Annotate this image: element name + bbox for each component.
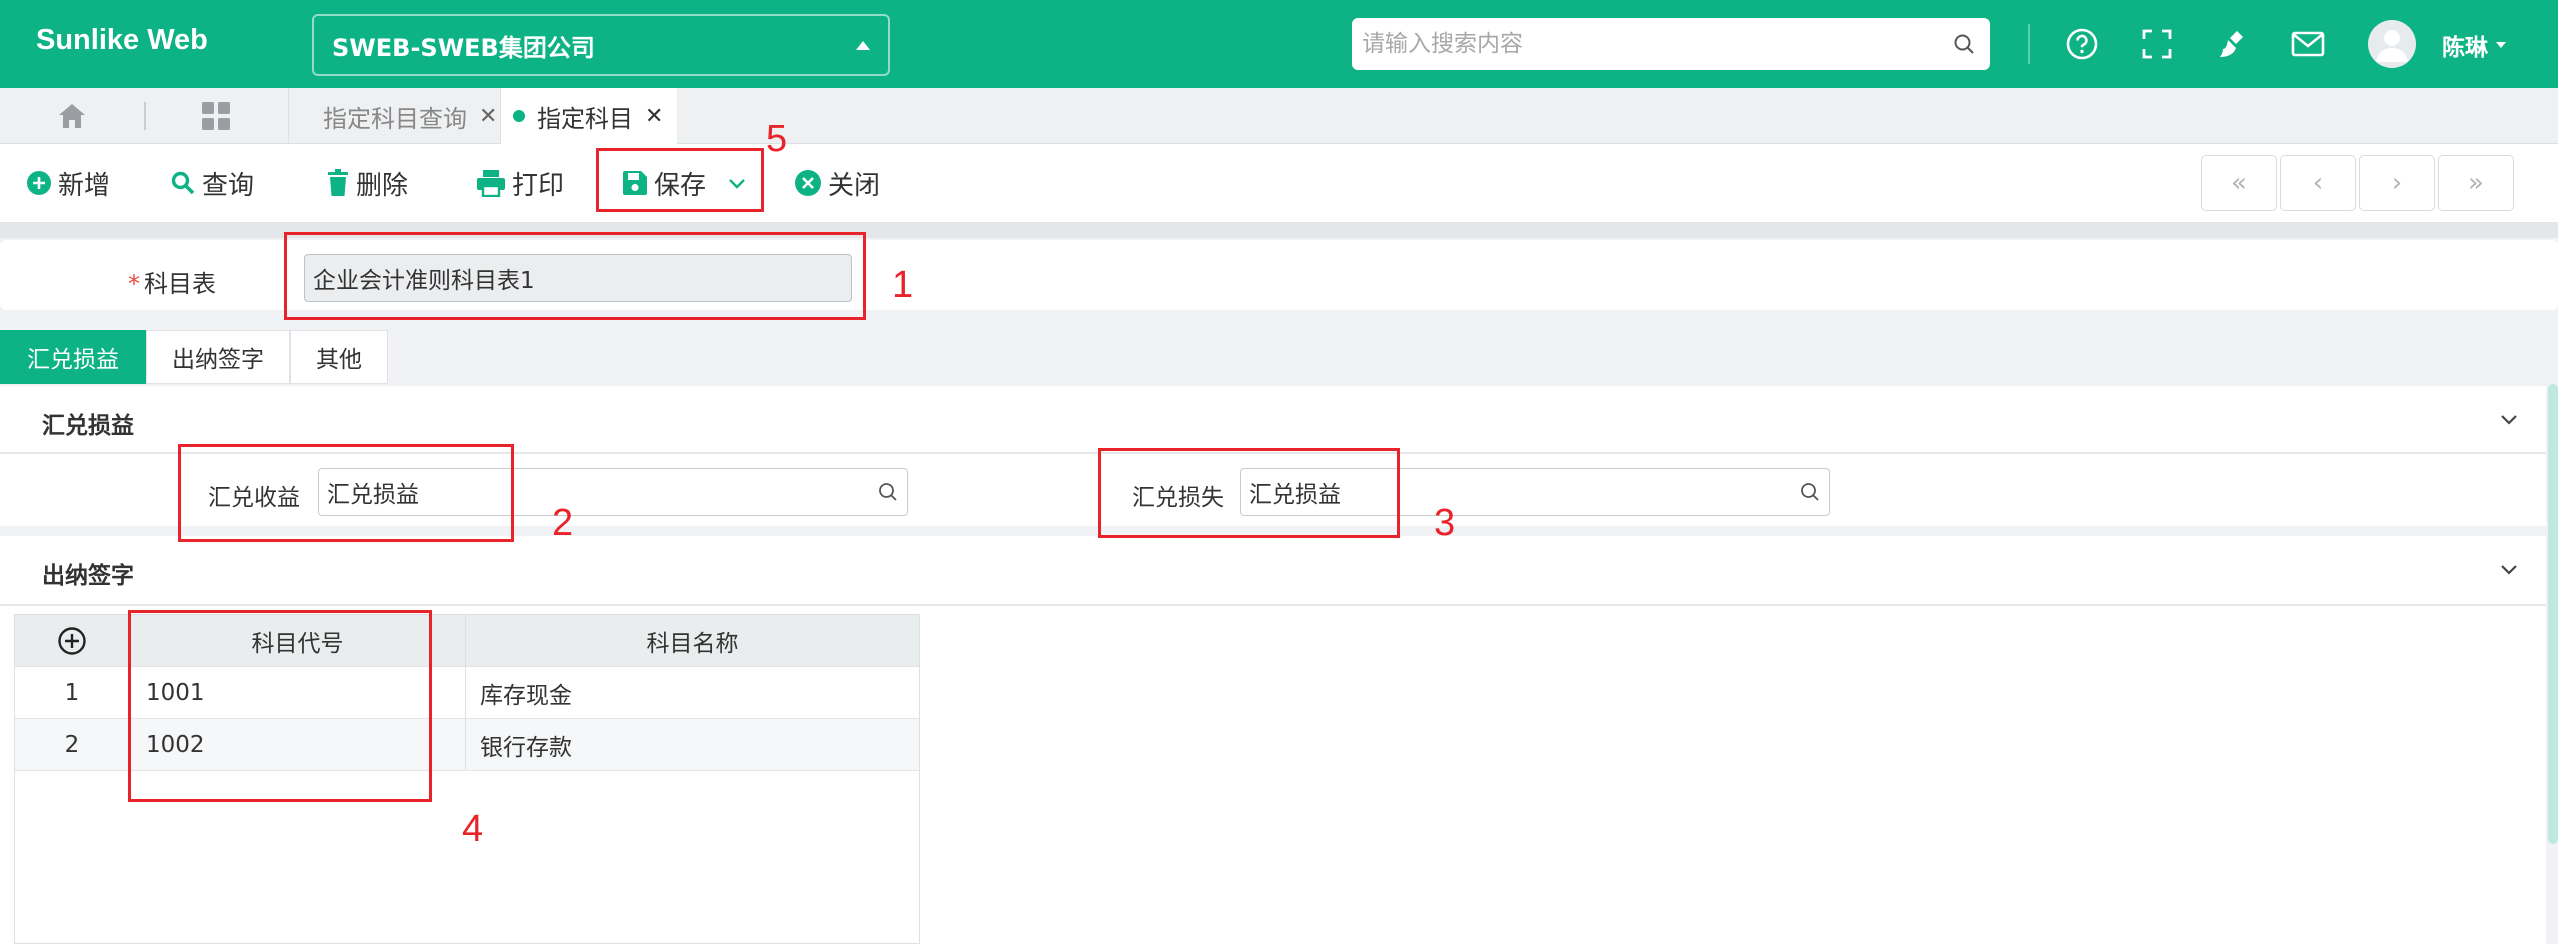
first-glyph: « xyxy=(2231,168,2247,198)
annotation-box-5 xyxy=(596,148,764,212)
trash-icon xyxy=(328,169,348,196)
plus-circle-icon xyxy=(27,171,51,195)
chevron-down-icon[interactable] xyxy=(2496,556,2522,582)
top-header: Sunlike Web SWEB-SWEB集团公司 陈琳 xyxy=(0,0,2558,88)
home-icon[interactable] xyxy=(52,98,92,134)
caret-up-icon xyxy=(856,40,870,50)
tab-subject-query[interactable]: 指定科目查询 ✕ xyxy=(288,88,511,144)
add-label: 新增 xyxy=(58,170,111,201)
broom-icon[interactable] xyxy=(2210,22,2254,66)
annotation-number-1: 1 xyxy=(892,264,914,306)
annotation-box-3 xyxy=(1098,448,1400,538)
section-title: 汇兑损益 xyxy=(42,413,134,439)
subject-table-label: * 科目表 xyxy=(128,264,216,299)
tab-exchange-gain-loss[interactable]: 汇兑损益 xyxy=(0,330,146,384)
search-input[interactable] xyxy=(1362,31,1952,57)
tab-subject-designate[interactable]: 指定科目 ✕ xyxy=(500,88,678,144)
query-button[interactable]: 查询 xyxy=(170,162,254,204)
annotation-number-2: 2 xyxy=(552,502,574,544)
prev-page-button[interactable]: ‹ xyxy=(2280,155,2356,211)
print-label: 打印 xyxy=(512,170,565,201)
next-glyph: › xyxy=(2391,168,2403,198)
label-text: 科目表 xyxy=(144,270,216,298)
brand-logo: Sunlike Web xyxy=(36,24,208,56)
chevron-down-icon[interactable] xyxy=(2496,406,2522,432)
search-icon[interactable] xyxy=(1952,32,1976,56)
annotation-box-2 xyxy=(178,444,514,542)
prev-glyph: ‹ xyxy=(2312,168,2324,198)
search-icon[interactable] xyxy=(1799,481,1821,503)
query-label: 查询 xyxy=(202,170,255,201)
plus-circle-icon xyxy=(58,627,86,655)
avatar[interactable] xyxy=(2368,20,2416,68)
tab-cashier-sign[interactable]: 出纳签字 xyxy=(146,330,290,384)
section-title: 出纳签字 xyxy=(42,563,134,589)
search-icon xyxy=(171,171,195,195)
print-icon xyxy=(477,170,505,197)
action-toolbar: 新增 查询 删除 打印 保存 关闭 « ‹ › » xyxy=(0,144,2558,222)
tab-bar: 指定科目查询 ✕ 指定科目 ✕ xyxy=(0,88,2558,144)
annotation-number-5: 5 xyxy=(766,118,788,160)
print-button[interactable]: 打印 xyxy=(476,162,564,204)
tab-other[interactable]: 其他 xyxy=(290,330,388,384)
mail-icon[interactable] xyxy=(2286,22,2330,66)
annotation-number-3: 3 xyxy=(1434,502,1456,544)
row-index: 2 xyxy=(64,732,80,758)
annotation-number-4: 4 xyxy=(462,808,484,850)
user-menu[interactable]: 陈琳 xyxy=(2442,28,2506,62)
first-page-button[interactable]: « xyxy=(2201,155,2277,211)
close-icon[interactable]: ✕ xyxy=(479,104,497,129)
section-divider xyxy=(0,604,2546,606)
global-search[interactable] xyxy=(1352,18,1990,70)
cell-name[interactable]: 银行存款 xyxy=(465,719,919,771)
close-button[interactable]: 关闭 xyxy=(794,162,880,204)
grid-icon[interactable] xyxy=(196,98,236,134)
last-page-button[interactable]: » xyxy=(2438,155,2514,211)
delete-button[interactable]: 删除 xyxy=(326,162,408,204)
delete-label: 删除 xyxy=(356,170,409,201)
add-row-button[interactable] xyxy=(15,615,129,667)
close-icon[interactable]: ✕ xyxy=(645,104,663,129)
user-name: 陈琳 xyxy=(2442,35,2488,61)
close-label: 关闭 xyxy=(828,170,881,201)
row-index: 1 xyxy=(64,680,80,706)
close-circle-icon xyxy=(795,170,821,196)
company-selector[interactable]: SWEB-SWEB集团公司 xyxy=(312,14,890,76)
fullscreen-icon[interactable] xyxy=(2135,22,2179,66)
required-mark: * xyxy=(128,270,140,298)
cell-name[interactable]: 库存现金 xyxy=(465,667,919,719)
tab-divider xyxy=(144,102,146,130)
add-button[interactable]: 新增 xyxy=(26,162,110,204)
caret-down-icon xyxy=(2496,42,2506,48)
last-glyph: » xyxy=(2468,168,2484,198)
tab-label: 指定科目查询 xyxy=(323,104,467,133)
search-icon[interactable] xyxy=(877,481,899,503)
column-header-name[interactable]: 科目名称 xyxy=(465,615,919,667)
active-dot xyxy=(513,110,525,122)
header-divider xyxy=(2028,24,2030,64)
tab-label: 指定科目 xyxy=(537,104,633,133)
company-name: SWEB-SWEB集团公司 xyxy=(332,33,595,62)
help-icon[interactable] xyxy=(2060,22,2104,66)
annotation-box-1 xyxy=(284,232,866,320)
scrollbar-thumb[interactable] xyxy=(2548,384,2558,844)
next-page-button[interactable]: › xyxy=(2359,155,2435,211)
annotation-box-4 xyxy=(128,610,432,802)
